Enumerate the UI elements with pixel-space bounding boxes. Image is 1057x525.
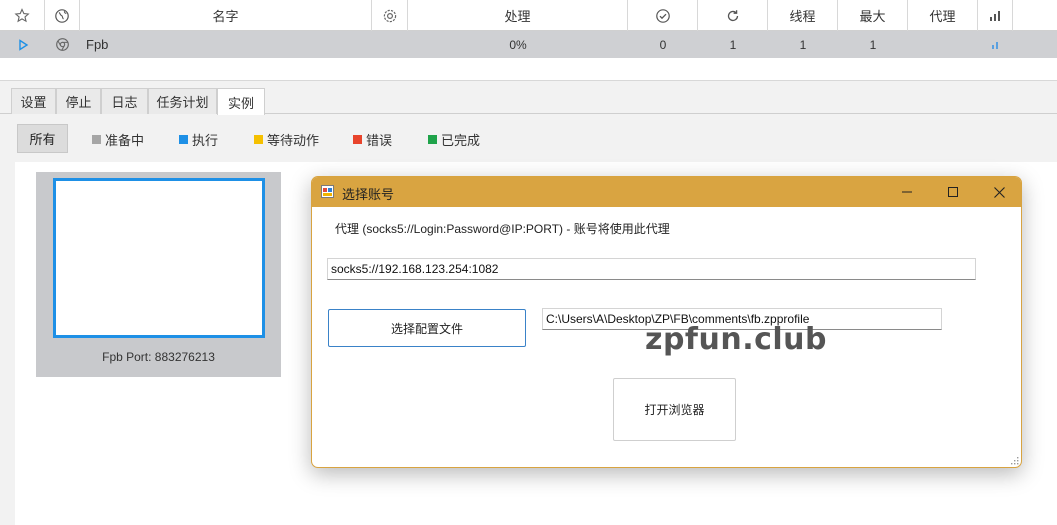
instance-caption: Fpb Port: 883276213 [102,350,215,364]
settings-column-header[interactable] [372,0,408,31]
filter-label: 错误 [366,133,393,148]
status-swatch [353,135,362,144]
name-column-header[interactable]: 名字 [80,0,372,31]
chrome-icon [56,38,69,51]
row-max: 1 [869,37,877,52]
status-swatch [92,135,101,144]
globe-icon [55,8,69,23]
close-button[interactable] [976,177,1021,207]
check-circle-icon [655,8,670,23]
maximize-icon [948,187,958,197]
threads-column-header[interactable]: 线程 [768,0,838,31]
filter-running[interactable]: 执行 [179,130,218,149]
progress-column-header[interactable]: 处理 [408,0,628,31]
filter-error[interactable]: 错误 [353,130,392,149]
filter-waiting[interactable]: 等待动作 [254,130,319,149]
browser-column-header[interactable] [45,0,80,31]
resize-grip-icon[interactable] [1011,457,1019,465]
bar-chart-icon [991,41,998,49]
status-swatch [179,135,188,144]
row-repeat: 1 [729,37,737,52]
status-filter-bar: 所有 准备中 执行 等待动作 错误 已完成 [0,115,1057,161]
row-name: Fpb [86,37,109,52]
filter-label: 等待动作 [267,133,320,148]
star-column-header[interactable] [0,0,45,31]
select-config-button[interactable]: 选择配置文件 [328,309,526,347]
close-icon [993,186,1005,198]
proxy-input[interactable] [327,258,976,280]
filter-label: 执行 [192,133,219,148]
app-icon [321,185,334,198]
status-swatch [428,135,437,144]
row-done: 0 [659,37,667,52]
dialog-titlebar[interactable]: 选择账号 [312,177,1021,207]
select-account-dialog: 选择账号 代理 (socks5://Login:Password@IP:PORT… [311,176,1022,468]
row-browser-cell [45,31,80,58]
tab-stop[interactable]: 停止 [56,88,101,114]
repeat-column-header[interactable] [698,0,768,31]
grid-header: 名字 处理 线程 最大 代理 [0,0,1057,31]
stats-column-header[interactable] [978,0,1013,31]
watermark: zpfun.club [645,322,827,357]
instance-preview[interactable] [53,178,265,338]
tab-instances[interactable]: 实例 [217,88,265,115]
done-column-header[interactable] [628,0,698,31]
tab-log[interactable]: 日志 [101,88,148,114]
play-button[interactable] [0,31,45,58]
minimize-icon [902,191,912,193]
bar-chart-icon [990,10,1000,21]
maximize-button[interactable] [930,177,976,207]
dialog-title: 选择账号 [342,187,395,202]
instance-card[interactable]: Fpb Port: 883276213 [36,172,281,377]
row-stats[interactable] [978,31,1013,58]
filter-label: 已完成 [441,133,481,148]
filter-preparing[interactable]: 准备中 [92,130,144,149]
status-swatch [254,135,263,144]
task-row[interactable]: Fpb 0% 0 1 1 1 [0,31,1057,58]
row-progress: 0% [509,37,527,52]
proxy-label: 代理 (socks5://Login:Password@IP:PORT) - 账… [335,222,670,236]
refresh-icon [727,9,738,21]
gear-icon [383,9,396,22]
tab-schedule[interactable]: 任务计划 [148,88,217,114]
filter-label: 准备中 [105,133,145,148]
filter-all-button[interactable]: 所有 [17,124,68,153]
tab-bar: 设置 停止 日志 任务计划 实例 [0,88,1057,115]
filter-completed[interactable]: 已完成 [428,130,480,149]
star-icon [14,7,30,22]
minimize-button[interactable] [884,177,930,207]
row-threads: 1 [799,37,807,52]
tab-settings[interactable]: 设置 [11,88,56,114]
max-column-header[interactable]: 最大 [838,0,908,31]
proxy-column-header[interactable]: 代理 [908,0,978,31]
task-grid: 名字 处理 线程 最大 代理 Fpb 0% 0 1 1 1 [0,0,1057,81]
play-icon [18,38,28,51]
open-browser-button[interactable]: 打开浏览器 [613,378,736,441]
